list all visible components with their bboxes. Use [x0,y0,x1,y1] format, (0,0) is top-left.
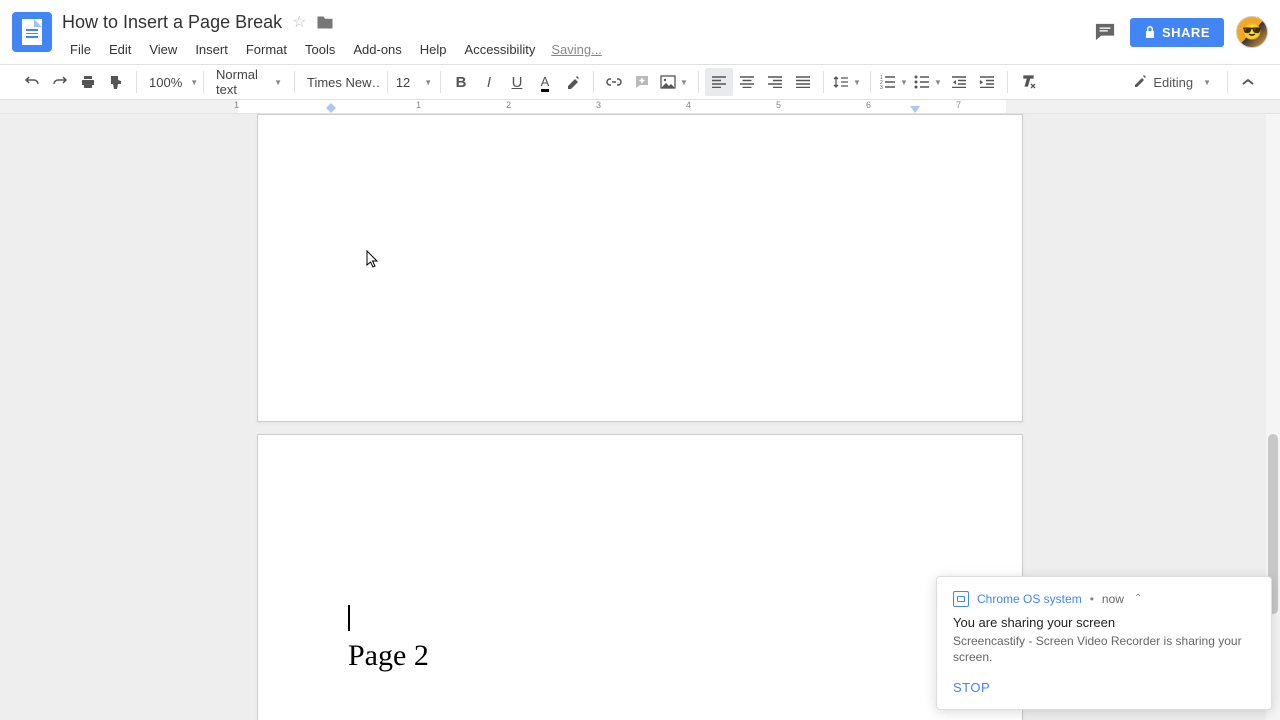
page-2-text[interactable]: Page 2 [348,639,1022,673]
notification-title: You are sharing your screen [953,615,1255,630]
page-2[interactable]: Page 2 [257,434,1023,720]
saving-status: Saving... [551,42,602,57]
add-comment-button[interactable] [628,68,656,96]
editing-mode-select[interactable]: Editing ▼ [1123,75,1221,90]
menu-edit[interactable]: Edit [101,38,139,61]
toolbar: 100%▼ Normal text▼ Times New…▼ 12▼ B I U… [0,64,1280,100]
menu-tools[interactable]: Tools [297,38,343,61]
menu-view[interactable]: View [141,38,185,61]
align-left-button[interactable] [705,68,733,96]
align-right-button[interactable] [761,68,789,96]
menu-format[interactable]: Format [238,38,295,61]
font-select[interactable]: Times New…▼ [301,68,381,96]
text-cursor [348,605,350,631]
docs-logo[interactable] [12,12,52,52]
undo-button[interactable] [18,68,46,96]
share-button[interactable]: SHARE [1130,18,1224,47]
screen-share-notification: Chrome OS system • now ⌃ You are sharing… [936,576,1272,710]
insert-image-button[interactable]: ▼ [656,68,692,96]
menu-addons[interactable]: Add-ons [345,38,409,61]
avatar[interactable]: 😎 [1236,16,1268,48]
comments-icon[interactable] [1092,20,1118,44]
zoom-select[interactable]: 100%▼ [143,68,197,96]
collapse-toolbar-button[interactable] [1234,78,1262,86]
notification-source: Chrome OS system [977,592,1082,606]
print-button[interactable] [74,68,102,96]
paint-format-button[interactable] [102,68,130,96]
insert-link-button[interactable] [600,68,628,96]
underline-button[interactable]: U [503,68,531,96]
menu-file[interactable]: File [62,38,99,61]
paragraph-style-select[interactable]: Normal text▼ [210,68,288,96]
menu-accessibility[interactable]: Accessibility [457,38,544,61]
notification-body: Screencastify - Screen Video Recorder is… [953,633,1255,665]
pencil-icon [1133,75,1147,89]
clear-formatting-button[interactable] [1014,68,1042,96]
chevron-up-icon[interactable]: ⌃ [1134,593,1142,604]
svg-text:3: 3 [880,85,883,89]
line-spacing-button[interactable]: ▼ [830,68,864,96]
page-1[interactable] [257,114,1023,422]
chromeos-icon [953,591,969,607]
align-justify-button[interactable] [789,68,817,96]
menu-bar: File Edit View Insert Format Tools Add-o… [62,38,1092,61]
font-size-select[interactable]: 12▼ [394,68,434,96]
bulleted-list-button[interactable]: ▼ [911,68,945,96]
italic-button[interactable]: I [475,68,503,96]
notification-time: now [1102,592,1124,606]
menu-insert[interactable]: Insert [187,38,236,61]
document-title[interactable]: How to Insert a Page Break [62,12,282,33]
left-indent-marker[interactable] [326,103,336,113]
star-icon[interactable]: ☆ [292,12,306,32]
move-to-folder-icon[interactable] [316,15,334,30]
numbered-list-button[interactable]: 123▼ [877,68,911,96]
bold-button[interactable]: B [447,68,475,96]
menu-help[interactable]: Help [412,38,455,61]
ruler[interactable]: 1 1 2 3 4 5 6 7 [0,100,1280,114]
highlight-button[interactable] [559,68,587,96]
decrease-indent-button[interactable] [945,68,973,96]
stop-sharing-button[interactable]: STOP [953,680,990,695]
right-indent-marker[interactable] [910,106,920,114]
lock-icon [1144,25,1156,39]
align-center-button[interactable] [733,68,761,96]
text-color-button[interactable]: A [531,68,559,96]
share-label: SHARE [1162,25,1210,40]
redo-button[interactable] [46,68,74,96]
increase-indent-button[interactable] [973,68,1001,96]
